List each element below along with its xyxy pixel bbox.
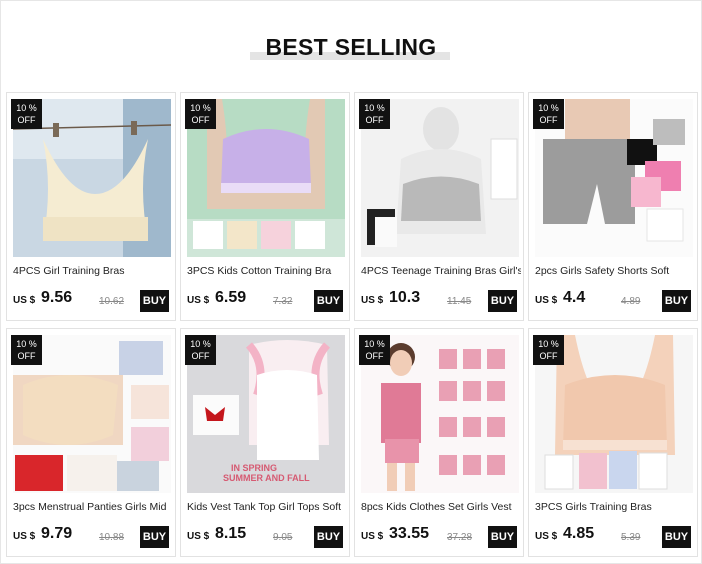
sale-price: 8.15 — [215, 525, 247, 542]
discount-badge: 10 % OFF — [533, 335, 564, 365]
product-title[interactable]: Kids Vest Tank Top Girl Tops Soft — [187, 501, 347, 513]
original-price: 5.39 — [621, 532, 641, 543]
currency-label: US $ — [13, 531, 36, 542]
original-price: 10.88 — [99, 532, 125, 543]
sale-price: 4.4 — [563, 289, 586, 306]
product-title[interactable]: 4PCS Teenage Training Bras Girl's — [361, 265, 521, 277]
currency-label: US $ — [13, 295, 36, 306]
product-card[interactable]: 10 % OFF 4PCS Teenage Training Bras Girl'… — [354, 92, 524, 321]
discount-badge: 10 % OFF — [185, 99, 216, 129]
original-price: 10.62 — [99, 296, 125, 307]
product-card[interactable]: IN SPRING SUMMER AND FALL 10 % OFF Kids V… — [180, 328, 350, 557]
discount-badge: 10 % OFF — [359, 335, 390, 365]
original-price: 7.32 — [273, 296, 293, 307]
buy-button[interactable]: BUY — [662, 526, 691, 548]
sale-price: 6.59 — [215, 289, 247, 306]
product-title[interactable]: 4PCS Girl Training Bras — [13, 265, 173, 277]
buy-button[interactable]: BUY — [488, 526, 517, 548]
discount-badge: 10 % OFF — [533, 99, 564, 129]
product-title[interactable]: 3PCS Kids Cotton Training Bra — [187, 265, 347, 277]
section-title: BEST SELLING — [265, 34, 437, 60]
sale-price: 9.79 — [41, 525, 73, 542]
currency-label: US $ — [361, 295, 384, 306]
product-title[interactable]: 3pcs Menstrual Panties Girls Mid — [13, 501, 173, 513]
sale-price: 33.55 — [389, 525, 430, 542]
product-card[interactable]: 10 % OFF 3PCS Girls Training Bras US $ 4.… — [528, 328, 698, 557]
section-header: BEST SELLING — [0, 30, 702, 70]
product-title[interactable]: 8pcs Kids Clothes Set Girls Vest — [361, 501, 521, 513]
currency-label: US $ — [361, 531, 384, 542]
image-caption-2: SUMMER AND FALL — [223, 473, 310, 483]
buy-button[interactable]: BUY — [140, 526, 169, 548]
sale-price: 9.56 — [41, 289, 73, 306]
product-title[interactable]: 3PCS Girls Training Bras — [535, 501, 695, 513]
discount-badge: 10 % OFF — [11, 99, 42, 129]
discount-badge: 10 % OFF — [11, 335, 42, 365]
buy-button[interactable]: BUY — [314, 290, 343, 312]
buy-button[interactable]: BUY — [662, 290, 691, 312]
sale-price: 4.85 — [563, 525, 595, 542]
original-price: 4.89 — [621, 296, 641, 307]
currency-label: US $ — [535, 531, 558, 542]
currency-label: US $ — [187, 531, 210, 542]
original-price: 37.28 — [447, 532, 473, 543]
product-title[interactable]: 2pcs Girls Safety Shorts Soft — [535, 265, 695, 277]
product-card[interactable]: 10 % OFF 4PCS Girl Training Bras US $ 9.5… — [6, 92, 176, 321]
discount-badge: 10 % OFF — [359, 99, 390, 129]
buy-button[interactable]: BUY — [140, 290, 169, 312]
product-card[interactable]: 10 % OFF 3PCS Kids Cotton Training Bra US… — [180, 92, 350, 321]
product-card[interactable]: 10 % OFF 2pcs Girls Safety Shorts Soft US… — [528, 92, 698, 321]
image-caption-1: IN SPRING — [231, 463, 278, 473]
buy-button[interactable]: BUY — [314, 526, 343, 548]
product-card[interactable]: 10 % OFF 3pcs Menstrual Panties Girls Mid… — [6, 328, 176, 557]
buy-button[interactable]: BUY — [488, 290, 517, 312]
currency-label: US $ — [187, 295, 210, 306]
original-price: 9.05 — [273, 532, 293, 543]
sale-price: 10.3 — [389, 289, 421, 306]
original-price: 11.45 — [447, 296, 472, 307]
product-card[interactable]: 10 % OFF 8pcs Kids Clothes Set Girls Vest… — [354, 328, 524, 557]
currency-label: US $ — [535, 295, 558, 306]
discount-badge: 10 % OFF — [185, 335, 216, 365]
